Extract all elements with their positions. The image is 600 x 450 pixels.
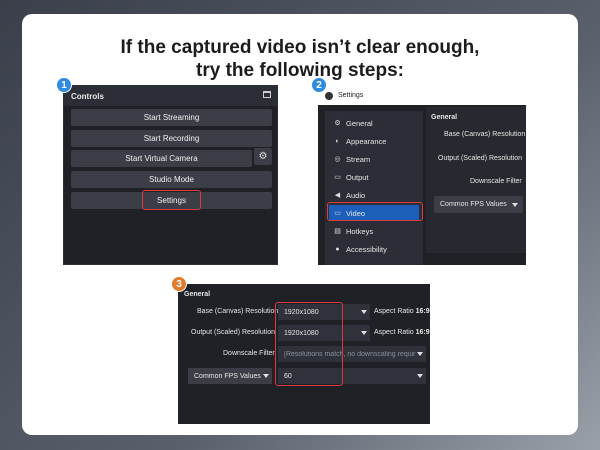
output-icon: ▭	[334, 174, 341, 181]
sidebar-item-hotkeys[interactable]: ▤ Hotkeys	[329, 223, 419, 239]
globe-icon: ◎	[334, 156, 341, 163]
start-streaming-button[interactable]: Start Streaming	[71, 109, 272, 126]
controls-dock-header: Controls	[64, 86, 277, 106]
aspect-ratio-value: 16:9	[415, 329, 430, 336]
fps-type-select[interactable]: Common FPS Values	[434, 196, 523, 213]
start-virtual-camera-button[interactable]: Start Virtual Camera	[71, 150, 252, 167]
step-3-badge: 3	[171, 276, 187, 292]
aspect-ratio-value: 16:9	[415, 308, 430, 315]
settings-titlebar: Settings	[318, 85, 526, 105]
video-section-title: General	[184, 291, 211, 298]
settings-window-title: Settings	[338, 92, 364, 99]
fps-type-select-value: Common FPS Values	[440, 201, 507, 208]
chevron-down-icon	[361, 331, 367, 335]
chevron-down-icon	[512, 203, 518, 207]
sidebar-item-label: Hotkeys	[346, 226, 374, 236]
sidebar-item-general[interactable]: ⚙ General	[329, 115, 419, 131]
aspect-ratio-label: Aspect Ratio	[374, 308, 414, 315]
output-resolution-label: Output (Scaled) Resolution	[191, 329, 276, 336]
output-resolution-label: Output (Scaled) Resolution	[438, 155, 523, 162]
chevron-down-icon	[417, 352, 423, 356]
headline: If the captured video isn’t clear enough…	[22, 36, 578, 82]
virtual-camera-gear-icon[interactable]: ⚙	[254, 148, 272, 165]
studio-mode-button[interactable]: Studio Mode	[71, 171, 272, 188]
chevron-down-icon	[263, 374, 269, 378]
chevron-down-icon	[361, 310, 367, 314]
undock-icon[interactable]	[263, 91, 271, 98]
settings-highlight	[142, 190, 201, 210]
base-aspect-ratio: Aspect Ratio 16:9	[374, 308, 430, 315]
sidebar-item-label: Appearance	[346, 136, 387, 146]
base-resolution-label: Base (Canvas) Resolution	[197, 308, 279, 315]
step-1-badge: 1	[56, 77, 72, 93]
palette-icon: ◐	[335, 137, 340, 145]
headline-line-1: If the captured video isn’t clear enough…	[120, 37, 480, 58]
downscale-filter-label: Downscale Filter	[470, 178, 522, 185]
gear-icon: ⚙	[334, 120, 341, 127]
keyboard-icon: ▤	[334, 228, 341, 235]
sidebar-item-label: Accessibility	[346, 244, 387, 254]
start-recording-button[interactable]: Start Recording	[71, 130, 272, 147]
sidebar-item-accessibility[interactable]: ● Accessibility	[329, 241, 419, 257]
speaker-icon: ◀	[334, 192, 341, 199]
sidebar-item-label: Output	[346, 172, 369, 182]
sidebar-item-label: Stream	[346, 154, 371, 164]
obs-logo-icon	[325, 92, 333, 100]
sidebar-item-output[interactable]: ▭ Output	[329, 169, 419, 185]
headline-line-2: try the following steps:	[196, 60, 404, 81]
sidebar-item-audio[interactable]: ◀ Audio	[329, 187, 419, 203]
fps-type-select-value: Common FPS Values	[194, 372, 261, 380]
sidebar-item-stream[interactable]: ◎ Stream	[329, 151, 419, 167]
output-aspect-ratio: Aspect Ratio 16:9	[374, 329, 430, 336]
sidebar-item-label: Audio	[346, 190, 366, 200]
base-resolution-label: Base (Canvas) Resolution	[444, 131, 526, 138]
fps-type-select[interactable]: Common FPS Values	[188, 368, 272, 384]
video-highlight	[327, 202, 423, 221]
aspect-ratio-label: Aspect Ratio	[374, 329, 414, 336]
sidebar-item-label: General	[346, 118, 373, 128]
resolution-fps-highlight	[275, 302, 343, 386]
controls-dock: Controls Start Streaming Start Recording…	[63, 85, 278, 265]
settings-section-title: General	[431, 114, 458, 121]
chevron-down-icon	[417, 374, 423, 378]
sidebar-item-appearance[interactable]: ◐ Appearance	[329, 133, 419, 149]
downscale-filter-label: Downscale Filter	[223, 350, 275, 357]
settings-sidebar: ⚙ General ◐ Appearance ◎ Stream ▭ Output ◀ Au…	[325, 111, 423, 265]
accessibility-icon: ●	[335, 245, 340, 253]
step-2-badge: 2	[311, 77, 327, 93]
controls-title: Controls	[71, 92, 104, 101]
